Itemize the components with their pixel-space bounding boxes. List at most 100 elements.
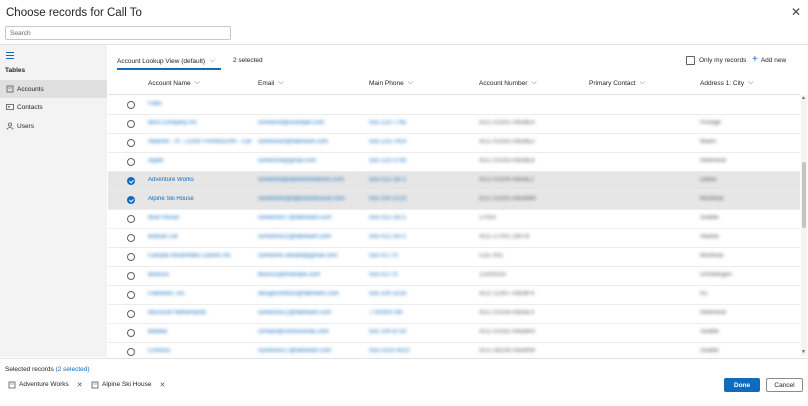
table-row[interactable]: Fabo bbox=[108, 96, 800, 115]
row-select-radio[interactable] bbox=[127, 310, 135, 318]
table-row[interactable]: Bluesss bluesss@example.com 555-01770 12300… bbox=[108, 267, 800, 286]
row-select-radio[interactable] bbox=[127, 215, 135, 223]
chevron-down-icon: ⌵ bbox=[407, 79, 414, 86]
column-header-primary-contact[interactable]: Primary Contact ⌵ bbox=[589, 79, 645, 87]
column-label: Address 1: City bbox=[700, 79, 745, 87]
row-select-radio[interactable] bbox=[127, 348, 135, 356]
row-select-radio[interactable] bbox=[127, 329, 135, 337]
table-row[interactable]: Bobcat Cat someone11@fabrikam.com 555-012-… bbox=[108, 229, 800, 248]
cell-name[interactable]: Contoso bbox=[148, 348, 170, 354]
row-select-radio[interactable] bbox=[127, 272, 135, 280]
cell-email[interactable]: someone5@alpineskihouse.com bbox=[258, 196, 345, 202]
row-select-radio[interactable] bbox=[127, 158, 135, 166]
table-row[interactable]: Apple someone@gmail.com 555-123-3793 ACC-01… bbox=[108, 153, 800, 172]
table-row[interactable]: Canada Resemtiles Leaves Inc someone.cana… bbox=[108, 248, 800, 267]
cell-phone[interactable]: 555-01770 bbox=[369, 272, 398, 278]
cell-number: ACC-12307-A9D8F4 bbox=[479, 291, 535, 297]
row-select-radio[interactable] bbox=[127, 139, 135, 147]
hamburger-menu-icon[interactable] bbox=[6, 52, 14, 61]
row-select-radio[interactable] bbox=[127, 196, 135, 204]
row-select-radio[interactable] bbox=[127, 234, 135, 242]
cell-number: ACC-01002-A9D8K4 bbox=[479, 329, 535, 335]
cell-phone[interactable]: 555-01770 bbox=[369, 253, 398, 259]
row-select-radio[interactable] bbox=[127, 291, 135, 299]
row-select-radio[interactable] bbox=[127, 120, 135, 128]
cell-email[interactable]: bluesss@example.com bbox=[258, 272, 320, 278]
sidebar-item-contacts[interactable]: Contacts bbox=[0, 98, 107, 116]
cell-name[interactable]: Fabrikam, Inc. bbox=[148, 291, 186, 297]
cell-name[interactable]: Canada Resemtiles Leaves Inc bbox=[148, 253, 231, 259]
cell-phone[interactable]: 555-012-2871 bbox=[369, 234, 406, 240]
search-input[interactable]: Search bbox=[5, 26, 231, 40]
table-row[interactable]: Bataba contact@contosomax.com 555-100-8730… bbox=[108, 324, 800, 343]
column-header-account-name[interactable]: Account Name ⌵ bbox=[148, 79, 200, 87]
close-icon[interactable]: ✕ bbox=[791, 6, 801, 18]
table-row[interactable]: Blue House someone17@fabrikam.com 555-012-… bbox=[108, 210, 800, 229]
only-my-records-toggle[interactable]: Only my records bbox=[686, 56, 746, 65]
row-select-radio[interactable] bbox=[127, 101, 135, 109]
cell-name[interactable]: Abarnet - Vl - LOSK FHANGERN - Cars... bbox=[148, 139, 252, 145]
cell-phone[interactable]: 555-123-7914 bbox=[369, 139, 406, 145]
row-select-radio[interactable] bbox=[127, 253, 135, 261]
cell-email[interactable]: someone11@fabrikam.com bbox=[258, 234, 331, 240]
table-row[interactable]: Fabrikam, Inc. designcontoso@fabrikam.com… bbox=[108, 286, 800, 305]
table-row[interactable]: Abarnet - Vl - LOSK FHANGERN - Cars... so… bbox=[108, 134, 800, 153]
checkbox-icon[interactable] bbox=[686, 56, 695, 65]
cell-email[interactable]: designcontoso@fabrikam.com bbox=[258, 291, 339, 297]
remove-chip-icon[interactable]: ✕ bbox=[160, 381, 166, 389]
cell-email[interactable]: someone17@fabrikam.com bbox=[258, 215, 331, 221]
column-header-email[interactable]: Email ⌵ bbox=[258, 79, 284, 87]
cell-phone[interactable]: 555-012-2871 bbox=[369, 177, 406, 183]
cell-phone[interactable]: 555-100-3233 bbox=[369, 291, 406, 297]
sidebar-item-users[interactable]: Users bbox=[0, 117, 107, 135]
cell-name[interactable]: Alpine Ski House bbox=[148, 196, 194, 202]
cell-name[interactable]: Bataba bbox=[148, 329, 167, 335]
cell-name[interactable]: Fabo bbox=[148, 101, 162, 107]
cell-email[interactable]: someone@example.com bbox=[258, 120, 324, 126]
table-row[interactable]: Adventure Works someone@adventureworks.co… bbox=[108, 172, 800, 191]
table-row[interactable]: Contoso someone17@fabrikam.com 555-0100-45… bbox=[108, 343, 800, 356]
cell-phone[interactable]: 555-100-8730 bbox=[369, 329, 406, 335]
scroll-up-icon[interactable]: ▲ bbox=[801, 95, 806, 101]
scrollbar-thumb[interactable] bbox=[802, 162, 806, 228]
cell-phone[interactable]: 555-123-3793 bbox=[369, 158, 406, 164]
cell-email[interactable]: contact@contosomax.com bbox=[258, 329, 329, 335]
cell-email[interactable]: someone@adventureworks.com bbox=[258, 177, 344, 183]
column-header-city[interactable]: Address 1: City ⌵ bbox=[700, 79, 753, 87]
cell-email[interactable]: someone3@fabrikam.com bbox=[258, 139, 328, 145]
cell-city: Grimbergen bbox=[700, 272, 732, 278]
view-selector[interactable]: Account Lookup View (default) ⌵ bbox=[117, 57, 215, 65]
column-header-account-number[interactable]: Account Number ⌵ bbox=[479, 79, 537, 87]
row-select-radio[interactable] bbox=[127, 177, 135, 185]
cell-name[interactable]: Bluesss bbox=[148, 272, 169, 278]
cancel-button[interactable]: Cancel bbox=[766, 378, 803, 392]
table-row[interactable]: Alpine Ski House someone5@alpineskihouse.… bbox=[108, 191, 800, 210]
plus-icon: + bbox=[752, 54, 758, 65]
table-row[interactable]: Best Company Inc someone@example.com 555-1… bbox=[108, 115, 800, 134]
sidebar-item-accounts[interactable]: Accounts bbox=[0, 80, 107, 98]
column-header-main-phone[interactable]: Main Phone ⌵ bbox=[369, 79, 413, 87]
cell-phone[interactable]: 555-0100-4520 bbox=[369, 348, 410, 354]
add-new-button[interactable]: + Add new bbox=[752, 54, 786, 65]
cell-city: Montreal bbox=[700, 196, 724, 202]
cell-phone[interactable]: 7700000789 bbox=[369, 310, 402, 316]
cell-number: 17003 bbox=[479, 215, 496, 221]
cell-email[interactable]: someone@gmail.com bbox=[258, 158, 316, 164]
table-row[interactable]: Microsoft Netherlands someone12@fabrikam.… bbox=[108, 305, 800, 324]
cell-name[interactable]: Adventure Works bbox=[148, 177, 194, 183]
remove-chip-icon[interactable]: ✕ bbox=[77, 381, 83, 389]
scroll-down-icon[interactable]: ▼ bbox=[801, 349, 806, 355]
cell-name[interactable]: Best Company Inc bbox=[148, 120, 197, 126]
cell-name[interactable]: Blue House bbox=[148, 215, 179, 221]
cell-phone[interactable]: 555-012-2871 bbox=[369, 215, 406, 221]
cell-email[interactable]: someone.canada@gmail.com bbox=[258, 253, 337, 259]
cell-phone[interactable]: 555-123-7765 bbox=[369, 120, 406, 126]
selected-records-count-link[interactable]: (2 selected) bbox=[56, 366, 90, 373]
cell-email[interactable]: someone12@fabrikam.com bbox=[258, 310, 331, 316]
cell-name[interactable]: Apple bbox=[148, 158, 163, 164]
done-button[interactable]: Done bbox=[724, 378, 760, 392]
cell-name[interactable]: Bobcat Cat bbox=[148, 234, 178, 240]
cell-name[interactable]: Microsoft Netherlands bbox=[148, 310, 206, 316]
cell-phone[interactable]: 555-100-2223 bbox=[369, 196, 406, 202]
cell-email[interactable]: someone17@fabrikam.com bbox=[258, 348, 331, 354]
